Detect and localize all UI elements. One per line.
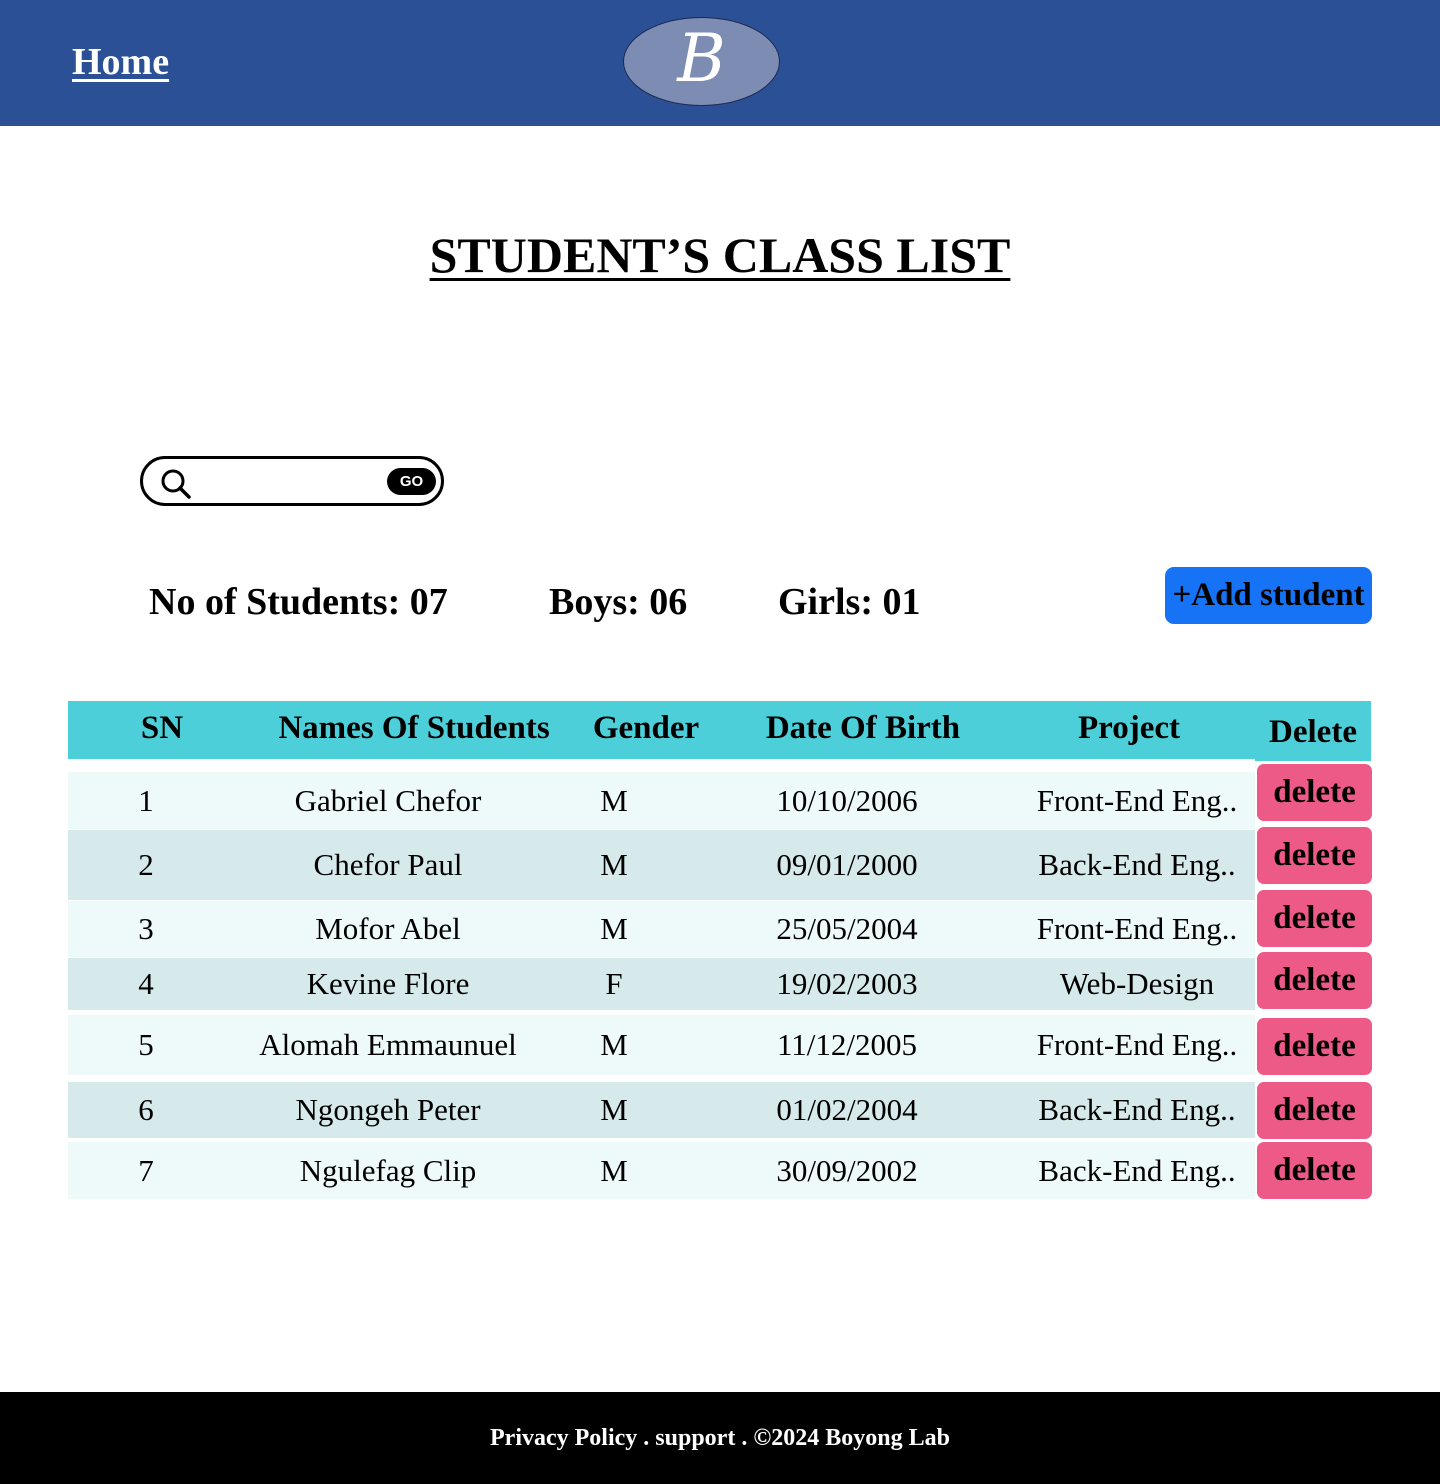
delete-button[interactable]: delete [1257,890,1372,947]
cell-dob: 09/01/2000 [776,847,918,882]
cell-gender: M [600,1152,628,1188]
column-header-names: Names Of Students [278,710,550,746]
cell-gender: F [605,966,623,1001]
delete-button[interactable]: delete [1257,1142,1372,1199]
cell-gender: M [600,847,628,882]
search-input[interactable] [199,467,383,497]
cell-project: Front-End Eng.. [1036,782,1238,818]
page-title: STUDENT’S CLASS LIST [429,227,1011,283]
footer: Privacy Policy . support . ©2024 Boyong … [0,1392,1440,1484]
cell-project: Front-End Eng.. [1036,911,1238,946]
cell-dob: 19/02/2003 [776,966,918,1001]
delete-button[interactable]: delete [1257,1082,1372,1139]
cell-gender: M [600,1027,628,1062]
cell-project: Back-End Eng.. [1038,847,1236,882]
cell-dob: 11/12/2005 [776,1027,918,1062]
cell-gender: M [600,911,628,946]
girls-count: Girls: 01 [778,581,921,623]
table-header: SN Names Of Students Gender Date Of Birt… [68,701,1255,759]
column-header-delete: Delete [1255,701,1371,761]
cell-dob: 30/09/2002 [776,1152,918,1188]
search-icon [161,469,191,499]
cell-dob: 01/02/2004 [776,1092,918,1127]
table-row: 2 Chefor Paul M 09/01/2000 Back-End Eng.… [68,830,1255,900]
cell-project: Back-End Eng.. [1038,1152,1236,1188]
cell-gender: M [600,782,628,818]
cell-sn: 6 [138,1092,154,1127]
column-header-gender: Gender [592,710,700,746]
delete-button[interactable]: delete [1257,952,1372,1009]
cell-dob: 25/05/2004 [776,911,918,946]
cell-dob: 10/10/2006 [776,782,918,818]
cell-project: Front-End Eng.. [1036,1027,1238,1062]
cell-name: Ngongeh Peter [295,1092,481,1127]
cell-name: Kevine Flore [306,966,470,1001]
column-header-project: Project [1078,710,1180,746]
cell-name: Ngulefag Clip [299,1152,477,1188]
search-bar: GO [140,456,444,506]
go-button[interactable]: GO [387,468,436,495]
table-row: 1 Gabriel Chefor M 10/10/2006 Front-End … [68,772,1255,829]
page-title-container: STUDENT’S CLASS LIST [0,226,1440,284]
logo-letter: B [677,19,726,97]
cell-sn: 2 [138,847,154,882]
cell-project: Back-End Eng.. [1038,1092,1236,1127]
cell-name: Chefor Paul [313,847,463,882]
home-link[interactable]: Home [72,40,169,84]
cell-sn: 4 [138,966,154,1001]
top-nav-bar: Home B [0,0,1440,126]
add-student-button[interactable]: +Add student [1165,567,1372,624]
cell-sn: 5 [138,1027,154,1062]
delete-button[interactable]: delete [1257,827,1372,884]
table-row: 3 Mofor Abel M 25/05/2004 Front-End Eng.… [68,901,1255,957]
cell-gender: M [600,1092,628,1127]
table-row: 5 Alomah Emmaunuel M 11/12/2005 Front-En… [68,1015,1255,1075]
column-header-sn: SN [140,710,184,746]
cell-sn: 7 [138,1152,154,1188]
table-row: 6 Ngongeh Peter M 01/02/2004 Back-End En… [68,1082,1255,1138]
cell-name: Gabriel Chefor [294,782,482,818]
cell-sn: 1 [138,782,154,818]
brand-logo[interactable]: B [623,17,780,106]
boys-count: Boys: 06 [549,581,688,623]
footer-links-text[interactable]: Privacy Policy . support . ©2024 Boyong … [490,1425,950,1451]
cell-sn: 3 [138,911,154,946]
delete-button[interactable]: delete [1257,764,1372,821]
cell-name: Alomah Emmaunuel [259,1027,517,1062]
table-row: 4 Kevine Flore F 19/02/2003 Web-Design [68,958,1255,1010]
column-header-dob: Date Of Birth [765,710,961,746]
delete-button[interactable]: delete [1257,1018,1372,1075]
cell-name: Mofor Abel [315,911,461,946]
total-students-count: No of Students: 07 [149,581,448,623]
table-row: 7 Ngulefag Clip M 30/09/2002 Back-End En… [68,1142,1255,1199]
cell-project: Web-Design [1059,966,1215,1001]
